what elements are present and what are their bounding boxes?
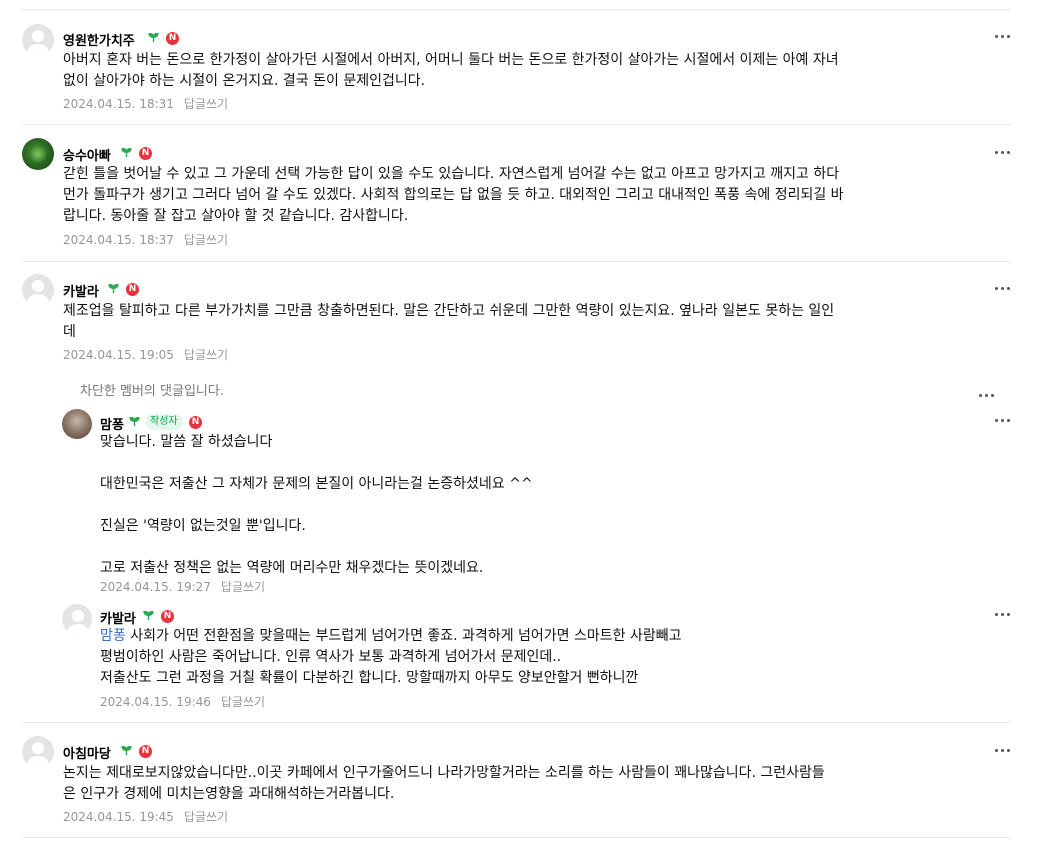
divider: [22, 261, 1011, 262]
comment-text: 맘퐁 사회가 어떤 전환점을 맞을때는 부드럽게 넘어가면 좋죠. 과격하게 넘…: [100, 626, 1000, 689]
comment-date: 2024.04.15. 19:27: [100, 580, 211, 594]
more-dots-icon[interactable]: [978, 393, 996, 399]
comment-date: 2024.04.15. 18:31: [63, 97, 174, 111]
more-dots-icon[interactable]: [994, 612, 1012, 618]
avatar[interactable]: [62, 604, 92, 634]
comment-author[interactable]: 아침마당: [63, 743, 111, 762]
comment-date: 2024.04.15. 19:45: [63, 810, 174, 824]
n-badge-icon: N: [161, 610, 174, 623]
comment-date: 2024.04.15. 19:46: [100, 695, 211, 709]
comment-author[interactable]: 카발라: [100, 608, 136, 627]
comment-text: 아버지 혼자 버는 돈으로 한가정이 살아가던 시절에서 아버지, 어머니 둘다…: [63, 52, 839, 89]
comment-author[interactable]: 맘퐁: [100, 414, 124, 433]
avatar[interactable]: [62, 409, 92, 439]
avatar[interactable]: [22, 24, 54, 56]
reply-button[interactable]: 답글쓰기: [184, 810, 228, 824]
n-badge-icon: N: [139, 745, 152, 758]
sprout-icon: [121, 147, 132, 157]
avatar[interactable]: [22, 736, 54, 768]
comment-author[interactable]: 영원한가치주: [63, 30, 135, 49]
divider: [22, 722, 1011, 723]
sprout-icon: [129, 416, 140, 426]
comment-meta: 2024.04.15. 19:46 답글쓰기: [100, 693, 265, 710]
avatar[interactable]: [22, 274, 54, 306]
sprout-icon: [148, 32, 159, 42]
n-badge-icon: N: [166, 32, 179, 45]
comment-text: 논지는 제대로보지않았습니다만..이곳 카페에서 인구가줄어드니 나라가망할거라…: [63, 765, 825, 802]
avatar[interactable]: [22, 138, 54, 170]
more-dots-icon[interactable]: [994, 286, 1012, 292]
divider: [22, 837, 1011, 838]
comment-meta: 2024.04.15. 18:31 답글쓰기: [63, 95, 228, 112]
comment-author[interactable]: 승수아빠: [63, 145, 111, 164]
comment-date: 2024.04.15. 19:05: [63, 348, 174, 362]
sprout-icon: [108, 283, 119, 293]
more-dots-icon[interactable]: [994, 34, 1012, 40]
reply-button[interactable]: 답글쓰기: [184, 97, 228, 111]
reply-button[interactable]: 답글쓰기: [184, 348, 228, 362]
reply-button[interactable]: 답글쓰기: [221, 580, 265, 594]
comment-author[interactable]: 카발라: [63, 281, 99, 300]
mention-link[interactable]: 맘퐁: [100, 628, 126, 644]
divider: [22, 9, 1011, 10]
comment-body: 사회가 어떤 전환점을 맞을때는 부드럽게 넘어가면 좋죠. 과격하게 넘어가면…: [100, 628, 682, 686]
author-badge: 작성자: [145, 414, 183, 430]
divider: [22, 124, 1011, 125]
more-dots-icon[interactable]: [994, 150, 1012, 156]
reply-button[interactable]: 답글쓰기: [184, 233, 228, 247]
comment-text: 맞습니다. 말씀 잘 하셨습니다 대한민국은 저출산 그 자체가 문제의 본질이…: [100, 434, 533, 576]
comment-text: 갇힌 틀을 벗어날 수 있고 그 가운데 선택 가능한 답이 있을 수도 있습니…: [63, 166, 844, 224]
comment-meta: 2024.04.15. 18:37 답글쓰기: [63, 231, 228, 248]
sprout-icon: [121, 745, 132, 755]
blocked-text: 차단한 멤버의 댓글입니다.: [80, 384, 224, 399]
reply-button[interactable]: 답글쓰기: [221, 695, 265, 709]
comment-meta: 2024.04.15. 19:27 답글쓰기: [100, 578, 265, 595]
n-badge-icon: N: [126, 283, 139, 296]
n-badge-icon: N: [189, 416, 202, 429]
n-badge-icon: N: [139, 147, 152, 160]
more-dots-icon[interactable]: [994, 748, 1012, 754]
comment-date: 2024.04.15. 18:37: [63, 233, 174, 247]
comment-meta: 2024.04.15. 19:45 답글쓰기: [63, 808, 228, 825]
more-dots-icon[interactable]: [994, 418, 1012, 424]
sprout-icon: [143, 610, 154, 620]
comment-text: 제조업을 탈피하고 다른 부가가치를 그만큼 창출하면된다. 말은 간단하고 쉬…: [63, 303, 835, 340]
comment-meta: 2024.04.15. 19:05 답글쓰기: [63, 346, 228, 363]
